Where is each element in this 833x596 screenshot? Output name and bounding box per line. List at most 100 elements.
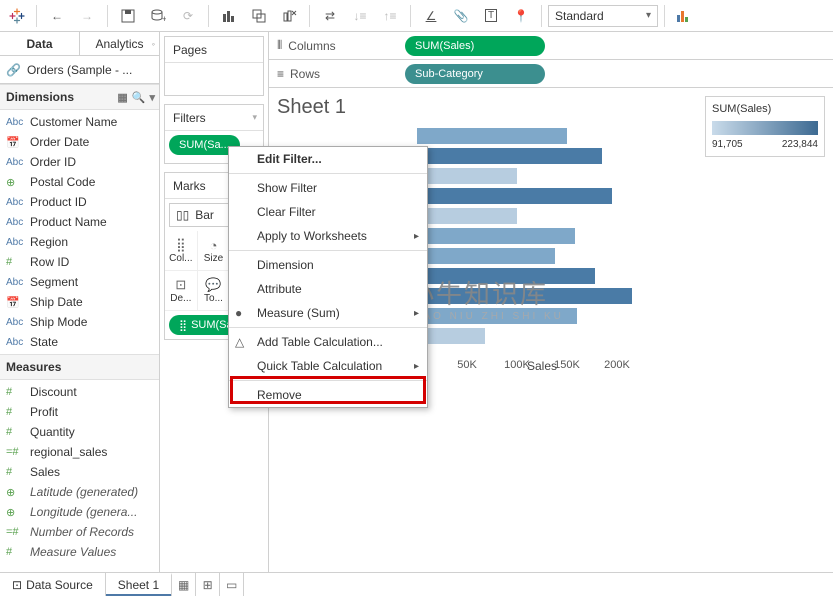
search-icon[interactable]: 🔍 xyxy=(132,91,146,104)
bar[interactable] xyxy=(417,207,697,225)
rows-pill[interactable]: Sub-Category xyxy=(405,64,545,84)
mark-size[interactable]: ◔Size xyxy=(198,231,231,271)
rows-shelf[interactable]: ≡Rows Sub-Category xyxy=(269,60,833,88)
datasource-icon: ⊡ xyxy=(12,578,22,592)
mark-to[interactable]: 💬To... xyxy=(198,271,231,311)
field-number-of-records[interactable]: =#Number of Records xyxy=(0,522,159,542)
bar[interactable] xyxy=(417,167,697,185)
view-icon[interactable]: ▦ xyxy=(117,91,127,104)
bar[interactable] xyxy=(417,187,697,205)
field-product-id[interactable]: AbcProduct ID xyxy=(0,192,159,212)
menu-show-filter[interactable]: Show Filter xyxy=(229,176,427,200)
field-discount[interactable]: #Discount xyxy=(0,382,159,402)
bar[interactable] xyxy=(417,307,697,325)
menu-edit-filter[interactable]: Edit Filter... xyxy=(229,147,427,171)
refresh-button[interactable]: ⟳ xyxy=(174,3,202,29)
measures-header: Measures xyxy=(0,354,159,380)
tab-analytics[interactable]: Analytics◦ xyxy=(80,32,159,55)
field-type-icon: 📅 xyxy=(6,136,24,149)
columns-pill[interactable]: SUM(Sales) xyxy=(405,36,545,56)
field-type-icon: Abc xyxy=(6,197,24,208)
field-region[interactable]: AbcRegion xyxy=(0,232,159,252)
field-type-icon: Abc xyxy=(6,237,24,248)
field-type-icon: ⊕ xyxy=(6,176,24,189)
duplicate-button[interactable] xyxy=(245,3,273,29)
bar[interactable] xyxy=(417,267,697,285)
field-row-id[interactable]: #Row ID xyxy=(0,252,159,272)
new-dashboard-button[interactable]: ⊞ xyxy=(196,573,220,596)
field-regional-sales[interactable]: =#regional_sales xyxy=(0,442,159,462)
clear-button[interactable] xyxy=(275,3,303,29)
highlight-button[interactable]: ∠ xyxy=(417,3,445,29)
axis-tick: 100K xyxy=(504,359,530,371)
field-product-name[interactable]: AbcProduct Name xyxy=(0,212,159,232)
field-state[interactable]: AbcState xyxy=(0,332,159,352)
menu-dimension[interactable]: Dimension xyxy=(229,253,427,277)
field-type-icon: =# xyxy=(6,526,24,538)
field-type-icon: # xyxy=(6,466,24,478)
menu-clear-filter[interactable]: Clear Filter xyxy=(229,200,427,224)
axis-tick: 50K xyxy=(457,359,477,371)
menu-attribute[interactable]: Attribute xyxy=(229,277,427,301)
pages-shelf[interactable]: Pages xyxy=(164,36,264,96)
field-sales[interactable]: #Sales xyxy=(0,462,159,482)
field-ship-date[interactable]: 📅Ship Date xyxy=(0,292,159,312)
menu-measure-sum[interactable]: ●Measure (Sum) xyxy=(229,301,427,325)
label-button[interactable]: T xyxy=(477,3,505,29)
new-datasource-button[interactable]: + xyxy=(144,3,172,29)
field-order-date[interactable]: 📅Order Date xyxy=(0,132,159,152)
sheet-tabs: ⊡Data Source Sheet 1 ▦ ⊞ ▭ xyxy=(0,572,833,596)
new-story-button[interactable]: ▭ xyxy=(220,573,244,596)
tab-data[interactable]: Data xyxy=(0,32,80,55)
bar[interactable] xyxy=(417,327,697,345)
tab-sheet1[interactable]: Sheet 1 xyxy=(106,573,172,596)
field-measure-values[interactable]: #Measure Values xyxy=(0,542,159,562)
columns-shelf[interactable]: ⦀Columns SUM(Sales) xyxy=(269,32,833,60)
save-button[interactable] xyxy=(114,3,142,29)
field-postal-code[interactable]: ⊕Postal Code xyxy=(0,172,159,192)
new-sheet-button[interactable]: ▦ xyxy=(172,573,196,596)
mark-de[interactable]: ⊡De... xyxy=(165,271,198,311)
field-type-icon: # xyxy=(6,546,24,558)
menu-apply-to-worksheets[interactable]: Apply to Worksheets xyxy=(229,224,427,248)
menu-add-table-calculation[interactable]: △Add Table Calculation... xyxy=(229,330,427,354)
field-quantity[interactable]: #Quantity xyxy=(0,422,159,442)
fit-select[interactable]: Standard xyxy=(548,5,658,27)
field-profit[interactable]: #Profit xyxy=(0,402,159,422)
context-menu: Edit Filter... Show FilterClear FilterApp… xyxy=(228,146,428,408)
bar[interactable] xyxy=(417,147,697,165)
field-type-icon: # xyxy=(6,426,24,438)
data-pane: Data Analytics◦ 🔗 Orders (Sample - ... D… xyxy=(0,32,160,572)
sort-asc-button[interactable]: ↓≡ xyxy=(346,3,374,29)
menu-quick-table-calculation[interactable]: Quick Table Calculation xyxy=(229,354,427,378)
bar[interactable] xyxy=(417,247,697,265)
tab-data-source[interactable]: ⊡Data Source xyxy=(0,573,106,596)
field-order-id[interactable]: AbcOrder ID xyxy=(0,152,159,172)
mark-col[interactable]: ⣿Col... xyxy=(165,231,198,271)
datasource-item[interactable]: 🔗 Orders (Sample - ... xyxy=(0,56,159,84)
worksheet-title[interactable]: Sheet 1 xyxy=(277,96,697,119)
bar-icon: ▯▯ xyxy=(176,208,189,222)
rows-icon: ≡ xyxy=(277,67,284,81)
field-type-icon: 📅 xyxy=(6,296,24,309)
field-ship-mode[interactable]: AbcShip Mode xyxy=(0,312,159,332)
new-worksheet-button[interactable] xyxy=(215,3,243,29)
field-latitude-generated-[interactable]: ⊕Latitude (generated) xyxy=(0,482,159,502)
menu-remove[interactable]: Remove xyxy=(229,383,427,407)
forward-button[interactable]: → xyxy=(73,3,101,29)
field-customer-name[interactable]: AbcCustomer Name xyxy=(0,112,159,132)
show-me-button[interactable] xyxy=(671,3,699,29)
group-button[interactable]: 📎 xyxy=(447,3,475,29)
field-type-icon: ⊕ xyxy=(6,506,24,519)
pin-button[interactable]: 📍 xyxy=(507,3,535,29)
sort-desc-button[interactable]: ↑≡ xyxy=(376,3,404,29)
back-button[interactable]: ← xyxy=(43,3,71,29)
field-type-icon: Abc xyxy=(6,337,24,348)
bar[interactable] xyxy=(417,127,697,145)
bar[interactable] xyxy=(417,287,697,305)
field-segment[interactable]: AbcSegment xyxy=(0,272,159,292)
color-legend[interactable]: SUM(Sales) 91,705 223,844 xyxy=(705,96,825,157)
bar[interactable] xyxy=(417,227,697,245)
field-longitude-genera-[interactable]: ⊕Longitude (genera... xyxy=(0,502,159,522)
swap-button[interactable]: ⇄ xyxy=(316,3,344,29)
